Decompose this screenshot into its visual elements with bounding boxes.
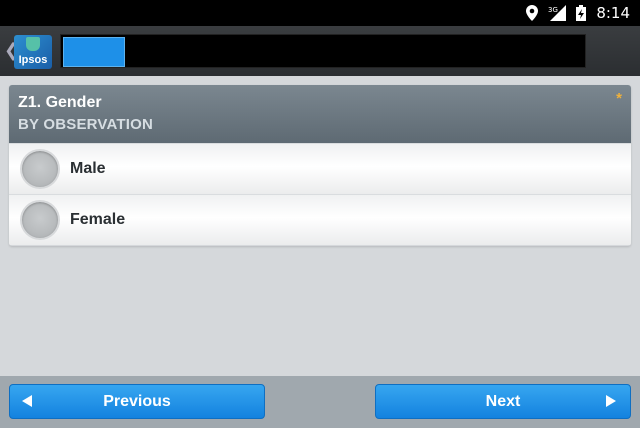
cellular-signal-icon: 3G (548, 5, 567, 21)
previous-button-label: Previous (103, 392, 171, 410)
question-title: Z1. Gender (18, 94, 102, 111)
logo-mark-icon (26, 37, 40, 51)
title-highlight (63, 37, 125, 67)
title-field (60, 34, 586, 68)
battery-charging-icon (576, 5, 587, 21)
question-subtitle: BY OBSERVATION (18, 116, 154, 133)
previous-button[interactable]: Previous (9, 384, 265, 419)
next-button-label: Next (485, 392, 521, 410)
radio-button-female[interactable] (20, 200, 60, 240)
bottom-nav-bar: Previous Next (0, 376, 640, 428)
left-arrow-icon (22, 395, 32, 407)
option-label-male: Male (70, 160, 106, 177)
radio-button-male[interactable] (20, 149, 60, 189)
right-arrow-icon (606, 395, 616, 407)
status-bar: 3G 8:14 (0, 0, 640, 26)
option-female[interactable]: Female (9, 194, 631, 245)
location-icon (526, 5, 539, 21)
required-marker: * (616, 90, 622, 107)
question-card: Z1. Gender BY OBSERVATION * Male Female (9, 85, 631, 246)
question-header: Z1. Gender BY OBSERVATION * (9, 85, 631, 143)
status-time: 8:14 (596, 4, 630, 22)
logo-text: Ipsos (18, 54, 48, 66)
network-type-label: 3G (548, 6, 558, 14)
next-button[interactable]: Next (375, 384, 631, 419)
option-male[interactable]: Male (9, 143, 631, 194)
option-label-female: Female (70, 211, 126, 228)
app-logo[interactable]: Ipsos (14, 35, 52, 69)
action-bar: ❮ Ipsos (0, 26, 640, 76)
